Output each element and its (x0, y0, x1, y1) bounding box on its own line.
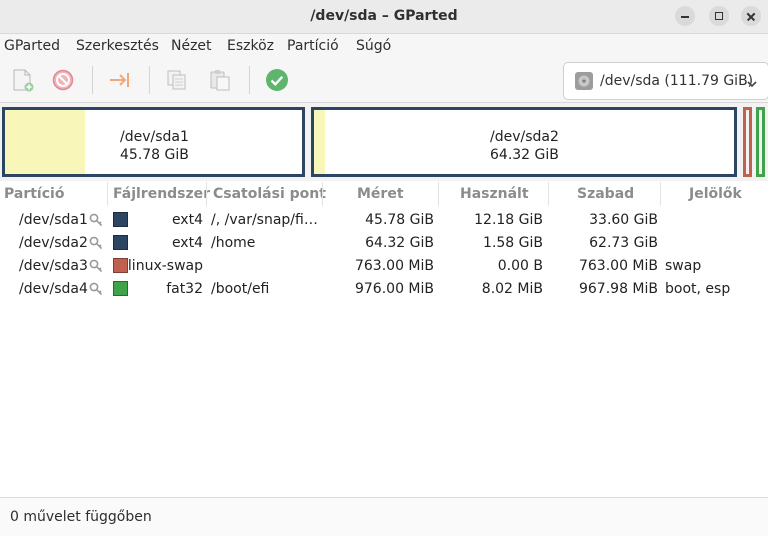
filesystem-color-swatch (113, 258, 128, 273)
pending-operations-text: 0 művelet függőben (10, 509, 152, 525)
status-bar: 0 művelet függőben (0, 497, 768, 536)
graph-partition-sda3[interactable] (743, 107, 752, 177)
disk-icon (574, 71, 594, 95)
table-row[interactable]: /dev/sda1 ext4 /, /var/snap/fi… 45.78 GiB 12… (0, 209, 768, 232)
size-cell: 45.78 GiB (365, 212, 434, 228)
partition-cell: /dev/sda2 (19, 235, 88, 251)
close-button[interactable] (741, 6, 761, 26)
filesystem-cell: ext4 (171, 235, 203, 251)
graph-partition-name: /dev/sda2 (490, 129, 559, 145)
column-header-mountpoint[interactable]: Csatolási pont (213, 186, 326, 202)
menu-device[interactable]: Eszköz (227, 38, 274, 54)
copy-icon[interactable] (163, 66, 191, 94)
menu-gparted[interactable]: GParted (4, 38, 60, 54)
mountpoint-cell: /boot/efi (211, 281, 270, 297)
flags-cell: swap (665, 258, 702, 274)
filesystem-cell: fat32 (166, 281, 203, 297)
key-icon (88, 235, 104, 255)
graph-partition-size: 45.78 GiB (120, 147, 189, 163)
free-cell: 763.00 MiB (578, 258, 658, 274)
column-header-free[interactable]: Szabad (577, 186, 634, 202)
used-cell: 12.18 GiB (474, 212, 543, 228)
menu-edit[interactable]: Szerkesztés (76, 38, 159, 54)
menu-partition[interactable]: Partíció (287, 38, 339, 54)
minimize-button[interactable] (675, 6, 695, 26)
window-title: /dev/sda – GParted (310, 8, 458, 24)
device-label: /dev/sda (111.79 GiB) (600, 73, 754, 89)
table-header: Partíció Fájlrendszer Csatolási pont Mér… (0, 182, 768, 206)
column-divider (107, 182, 108, 206)
graph-partition-sda2[interactable]: /dev/sda2 64.32 GiB (311, 107, 737, 177)
mountpoint-cell: /, /var/snap/fi… (211, 212, 318, 228)
column-header-size[interactable]: Méret (357, 186, 404, 202)
key-icon (88, 281, 104, 301)
filesystem-color-swatch (113, 212, 128, 227)
key-icon (88, 258, 104, 278)
table-row[interactable]: /dev/sda2 ext4/home 64.32 GiB 1.58 GiB 62.73… (0, 232, 768, 255)
partition-cell: /dev/sda4 (19, 281, 88, 297)
filesystem-color-swatch (113, 281, 128, 296)
graph-partition-size: 64.32 GiB (490, 147, 559, 163)
used-cell: 8.02 MiB (481, 281, 543, 297)
column-divider (438, 182, 439, 206)
key-icon (88, 212, 104, 232)
column-header-filesystem[interactable]: Fájlrendszer (113, 186, 210, 202)
column-divider (322, 182, 323, 206)
column-header-flags[interactable]: Jelölők (689, 186, 742, 202)
table-row[interactable]: /dev/sda3 linux-swap 763.00 MiB 0.00 B 763.0… (0, 255, 768, 278)
column-divider (548, 182, 549, 206)
mountpoint-cell: /home (211, 235, 256, 251)
column-header-partition[interactable]: Partíció (4, 186, 64, 202)
graph-partition-sda4[interactable] (756, 107, 765, 177)
toolbar-separator (249, 66, 250, 94)
resize-move-icon[interactable] (106, 66, 134, 94)
partition-cell: /dev/sda3 (19, 258, 88, 274)
column-divider (660, 182, 661, 206)
free-cell: 33.60 GiB (589, 212, 658, 228)
toolbar-separator (149, 66, 150, 94)
free-cell: 967.98 MiB (578, 281, 658, 297)
column-divider (206, 182, 207, 206)
partition-graph: /dev/sda1 45.78 GiB /dev/sda2 64.32 GiB (0, 103, 768, 181)
used-space-bar (5, 110, 86, 174)
delete-icon[interactable] (49, 66, 77, 94)
toolbar-separator (92, 66, 93, 94)
used-space-bar (314, 110, 325, 174)
menu-bar: GParted Szerkesztés Nézet Eszköz Partíci… (0, 34, 768, 58)
maximize-button[interactable] (709, 6, 729, 26)
device-selector[interactable]: /dev/sda (111.79 GiB) (563, 62, 768, 100)
paste-icon[interactable] (206, 66, 234, 94)
size-cell: 64.32 GiB (365, 235, 434, 251)
used-cell: 1.58 GiB (483, 235, 543, 251)
filesystem-cell: linux-swap (127, 258, 203, 274)
chevron-down-icon (746, 75, 758, 94)
graph-partition-name: /dev/sda1 (120, 129, 189, 145)
filesystem-cell: ext4 (171, 212, 203, 228)
used-cell: 0.00 B (497, 258, 543, 274)
free-cell: 62.73 GiB (589, 235, 658, 251)
new-partition-icon[interactable] (8, 66, 36, 94)
column-header-used[interactable]: Használt (460, 186, 529, 202)
table-row[interactable]: /dev/sda4 fat32/boot/efi 976.00 MiB 8.02 Mi… (0, 278, 768, 301)
size-cell: 763.00 MiB (354, 258, 434, 274)
flags-cell: boot, esp (665, 281, 731, 297)
partition-cell: /dev/sda1 (19, 212, 88, 228)
graph-partition-sda1[interactable]: /dev/sda1 45.78 GiB (2, 107, 305, 177)
size-cell: 976.00 MiB (354, 281, 434, 297)
apply-icon[interactable] (263, 66, 291, 94)
menu-help[interactable]: Súgó (356, 38, 391, 54)
filesystem-color-swatch (113, 235, 128, 250)
title-bar: /dev/sda – GParted (0, 0, 768, 34)
menu-view[interactable]: Nézet (171, 38, 212, 54)
